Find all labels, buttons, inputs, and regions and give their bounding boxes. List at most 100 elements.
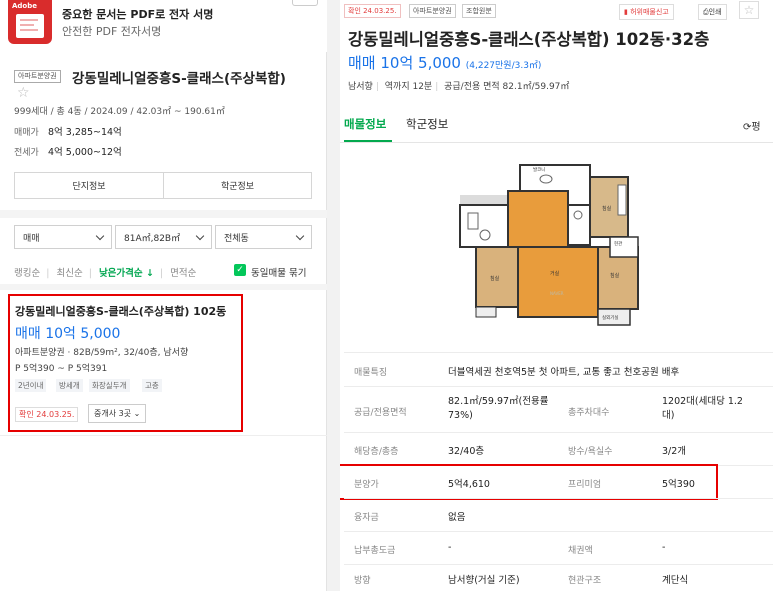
station-distance: 역까지 12분 xyxy=(384,82,433,92)
listing-tag: 화장실두개 xyxy=(89,379,130,392)
tab-listing-info[interactable]: 매물정보 xyxy=(344,116,386,132)
table-border xyxy=(344,498,773,499)
entrance-label: 현관구조 xyxy=(568,576,602,586)
plan-watermark: NAVER xyxy=(550,291,564,296)
lease-price-value: 4억 5,000~12억 xyxy=(48,147,122,158)
report-label: 허위매물신고 xyxy=(630,8,669,16)
trade-type-select[interactable]: 매매 xyxy=(14,225,112,249)
listing-confirm-date: 확인 24.03.25. xyxy=(15,407,79,422)
listing-price: 매매 10억 5,000 xyxy=(15,326,121,342)
detail-confirm-badge: 확인 24.03.25. xyxy=(344,4,401,18)
item-divider xyxy=(0,435,327,436)
table-border xyxy=(344,432,773,433)
premium-label: 프리미엄 xyxy=(568,480,602,490)
room-bedroom: 침실 xyxy=(490,275,500,282)
sort-latest[interactable]: 최신순 xyxy=(56,268,82,279)
payment-label: 납부총도금 xyxy=(354,546,396,556)
floor-label: 해당층/총층 xyxy=(354,447,399,457)
area-select[interactable]: 81A㎡,82B㎡ xyxy=(115,225,212,249)
direction-value: 남서향(거실 기준) xyxy=(448,575,520,586)
table-border xyxy=(344,531,773,532)
print-button[interactable]: ⎙인쇄 xyxy=(698,4,727,20)
complex-type-badge: 아파트분양권 xyxy=(14,70,61,83)
ad-banner[interactable]: Adobe 중요한 문서는 PDF로 전자 서명 안전한 PDF 전자서명 xyxy=(0,0,327,52)
complex-info-button[interactable]: 단지정보 xyxy=(14,172,164,199)
detail-title: 강동밀레니얼중흥S-클래스(주상복합) 102동·32층 xyxy=(348,30,710,49)
trade-type-value: 매매 xyxy=(23,233,40,244)
document-icon xyxy=(16,14,44,38)
report-button[interactable]: ▮ 허위매물신고 xyxy=(619,4,674,20)
parking-label: 총주차대수 xyxy=(568,408,610,418)
print-label: 인쇄 xyxy=(708,8,722,16)
room-entrance: 현관 xyxy=(614,240,622,247)
floor-plan-image[interactable]: 거실 침실 침실 침실 발코니 현관 실외기실 NAVER xyxy=(450,155,650,340)
area-label: 공급/전용면적 xyxy=(354,408,407,418)
presale-price-value: 5억4,610 xyxy=(448,479,490,490)
section-divider xyxy=(0,284,327,290)
feature-label: 매물특징 xyxy=(354,368,388,378)
complex-name: 강동밀레니얼중흥S-클래스(주상복합) xyxy=(72,71,286,87)
ad-subtitle: 안전한 PDF 전자서명 xyxy=(62,25,162,38)
premium-value: 5억390 xyxy=(662,479,695,490)
bond-value: - xyxy=(662,542,666,553)
panel-gap xyxy=(327,0,340,591)
detail-price-per-pyeong: (4,227만원/3.3㎡) xyxy=(465,61,542,71)
dong-value: 전체동 xyxy=(224,233,249,244)
detail-type-badge: 아파트분양권 xyxy=(409,4,456,18)
room-balcony: 발코니 xyxy=(533,166,545,173)
sort-options: 랭킹순 | 최신순 | 낮은가격순 ↓ | 면적순 xyxy=(14,268,197,279)
refresh-button[interactable]: ⟳평 xyxy=(743,118,761,133)
lease-price-label: 전세가 xyxy=(14,148,39,158)
favorite-star-icon[interactable]: ☆ xyxy=(17,85,30,101)
agent-count-button[interactable]: 중개사 3곳 ⌄ xyxy=(88,404,147,423)
direction: 남서향 xyxy=(348,82,373,92)
sort-ranking[interactable]: 랭킹순 xyxy=(14,268,40,279)
rooms-value: 3/2개 xyxy=(662,446,687,457)
school-info-button[interactable]: 학군정보 xyxy=(163,172,312,199)
sale-price-label: 매매가 xyxy=(14,128,39,138)
table-border xyxy=(344,564,773,565)
floor-value: 32/40층 xyxy=(448,446,485,457)
area-value: 82.1㎡/59.97㎡(전용률73%) xyxy=(448,396,549,421)
listing-tag: 2년이내 xyxy=(15,379,47,392)
loan-label: 융자금 xyxy=(354,513,379,523)
sort-low-price[interactable]: 낮은가격순 ↓ xyxy=(99,268,154,279)
adobe-logo: Adobe xyxy=(8,0,52,44)
listing-info: 아파트분양권 · 82B/59m², 32/40층, 남서향 xyxy=(15,348,189,358)
entrance-value: 계단식 xyxy=(662,575,689,586)
section-divider xyxy=(0,210,327,218)
chevron-down-icon xyxy=(95,231,105,240)
feature-value: 더블역세권 천호역5분 첫 아파트, 교통 좋고 천호공원 배후 xyxy=(448,367,680,378)
direction-label: 방향 xyxy=(354,576,371,586)
left-panel: Adobe 중요한 문서는 PDF로 전자 서명 안전한 PDF 전자서명 아파… xyxy=(0,0,327,591)
detail-price: 매매 10억 5,000 (4,227만원/3.3㎡) xyxy=(348,52,541,73)
area-info: 공급/전용 면적 82.1㎡/59.97㎡ xyxy=(444,82,570,92)
payment-value: - xyxy=(448,542,452,553)
ad-title[interactable]: 중요한 문서는 PDF로 전자 서명 xyxy=(62,6,213,22)
listing-tag: 방세개 xyxy=(56,379,83,392)
room-outdoor-unit: 실외기실 xyxy=(602,314,619,321)
favorite-star-icon[interactable]: ☆ xyxy=(739,1,759,19)
table-border xyxy=(344,352,773,353)
listing-title[interactable]: 강동밀레니얼중흥S-클래스(주상복합) 102동 xyxy=(15,303,226,319)
dong-select[interactable]: 전체동 xyxy=(215,225,312,249)
complex-summary: 999세대 / 총 4동 / 2024.09 / 42.03㎡ ~ 190.61… xyxy=(14,107,225,117)
same-listing-label[interactable]: 동일매물 묶기 xyxy=(251,265,306,279)
area-value: 81A㎡,82B㎡ xyxy=(124,233,181,244)
presale-price-label: 분양가 xyxy=(354,480,379,490)
parking-value: 1202대(세대당 1.2대) xyxy=(662,396,743,421)
tab-school-info[interactable]: 학군정보 xyxy=(406,116,448,132)
room-bedroom: 침실 xyxy=(602,205,612,212)
listing-tag: 고층 xyxy=(142,379,162,392)
sale-price-value: 8억 3,285~14억 xyxy=(48,127,122,138)
bond-label: 채권액 xyxy=(568,546,593,556)
tabs-divider xyxy=(340,142,773,143)
rooms-label: 방수/욕실수 xyxy=(568,447,613,457)
sort-area[interactable]: 면적순 xyxy=(170,268,196,279)
detail-summary: 남서향 | 역까지 12분 | 공급/전용 면적 82.1㎡/59.97㎡ xyxy=(348,82,570,92)
chevron-down-icon xyxy=(295,231,305,240)
ad-close-button[interactable] xyxy=(292,0,318,6)
same-listing-checkbox[interactable]: ✓ xyxy=(234,264,246,276)
detail-panel: 확인 24.03.25. 아파트분양권 조합원분 ▮ 허위매물신고 ⎙인쇄 ☆ … xyxy=(340,0,773,591)
table-border xyxy=(344,386,773,387)
